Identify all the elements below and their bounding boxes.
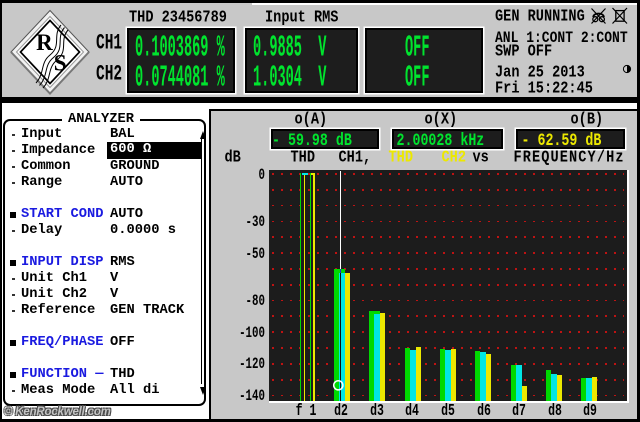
svg-text:S: S (53, 51, 66, 76)
svg-text:R: R (36, 30, 53, 55)
